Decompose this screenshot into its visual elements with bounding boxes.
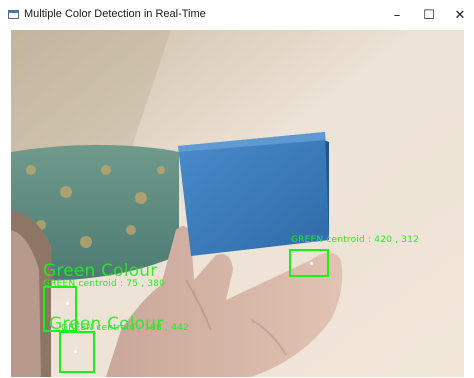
minimize-button[interactable]: – — [382, 0, 412, 30]
blue-box — [178, 132, 329, 256]
maximize-button[interactable]: ☐ — [414, 0, 444, 30]
app-window-icon — [8, 10, 19, 19]
maximize-icon: ☐ — [423, 7, 435, 23]
app-window: Multiple Color Detection in Real-Time – … — [0, 0, 474, 378]
minimize-icon: – — [393, 7, 401, 23]
title-bar[interactable]: Multiple Color Detection in Real-Time – … — [0, 0, 474, 30]
close-button[interactable]: ✕ — [445, 0, 474, 30]
close-icon: ✕ — [454, 7, 466, 23]
camera-feed: Green Colour GREEN centroid : 75 , 380 G… — [11, 30, 464, 377]
camera-frame — [11, 30, 464, 377]
window-title: Multiple Color Detection in Real-Time — [24, 8, 206, 20]
